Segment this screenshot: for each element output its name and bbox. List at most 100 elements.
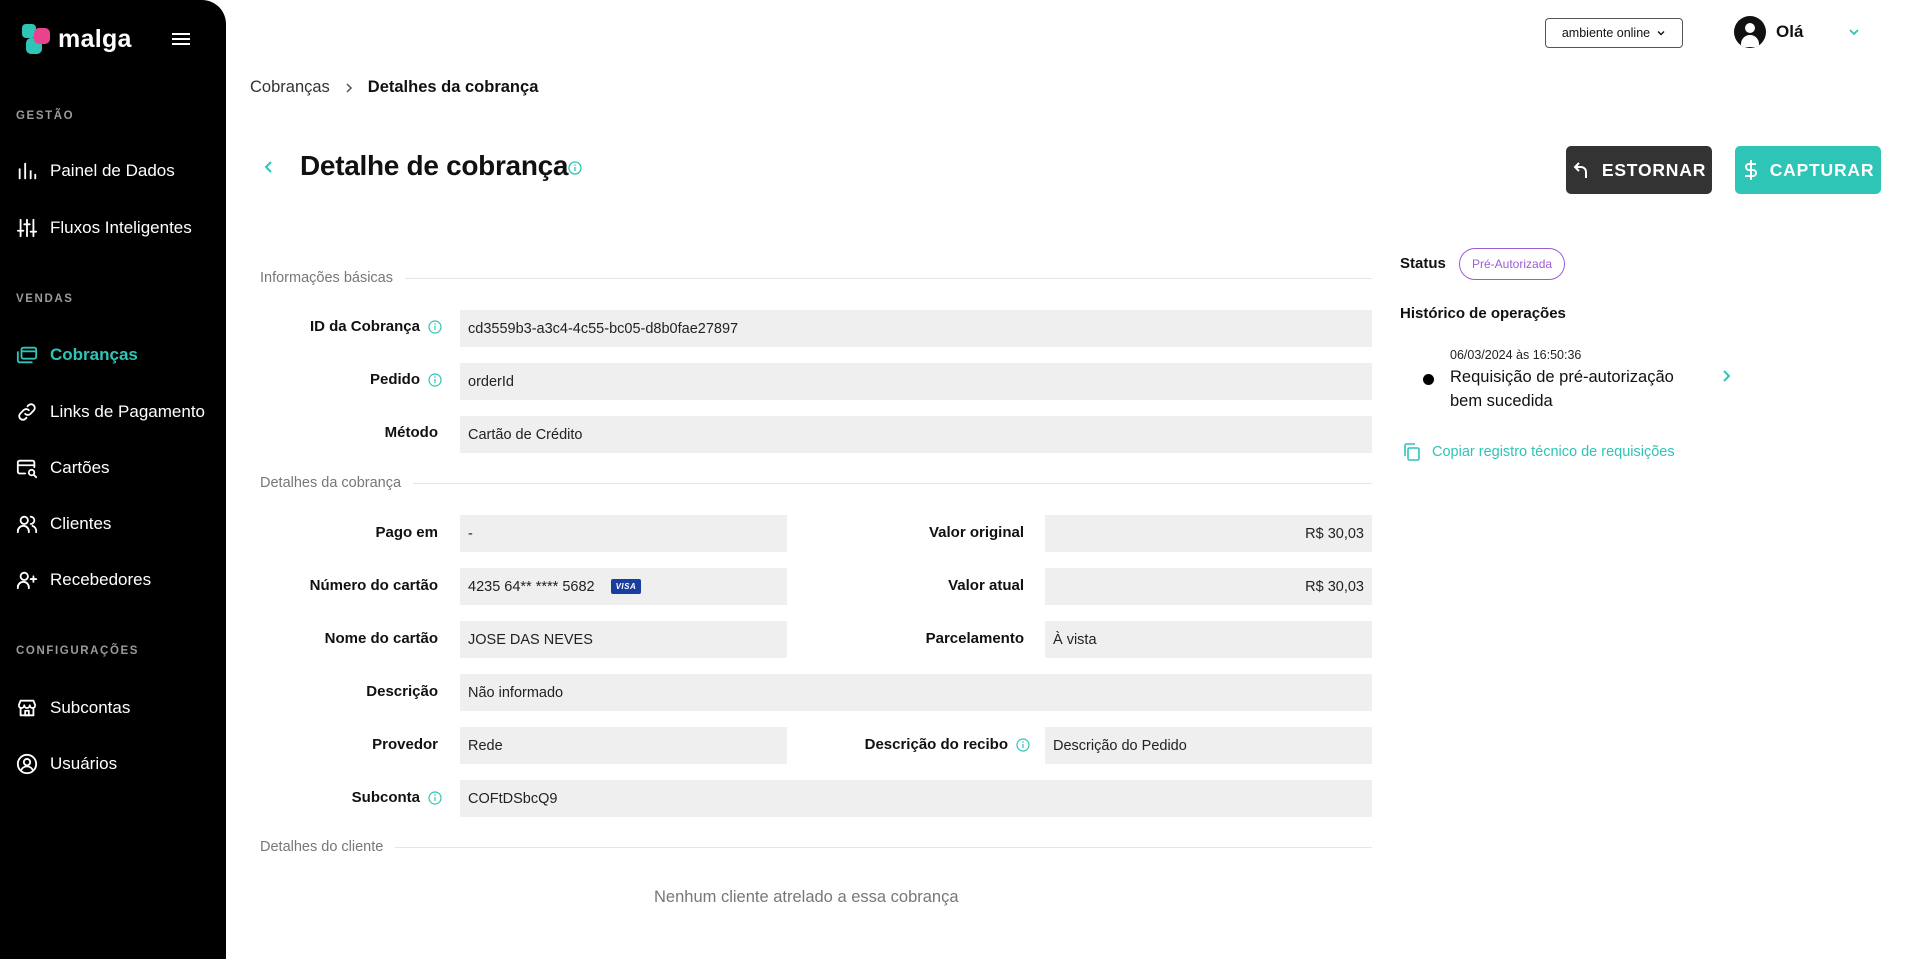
provedor-field[interactable]: Rede: [460, 727, 787, 764]
valor-atual-field[interactable]: R$ 30,03: [1045, 568, 1372, 605]
field-label-metodo: Método: [384, 424, 438, 441]
field-label-pedido: Pedido: [260, 371, 442, 388]
info-icon[interactable]: [428, 372, 442, 387]
card-search-icon: [16, 459, 38, 479]
chevron-down-icon: [1849, 29, 1860, 36]
history-entry-expand[interactable]: [1720, 368, 1732, 389]
logo-icon: [22, 24, 50, 54]
dollar-icon: [1744, 160, 1757, 180]
user-circle-icon: [16, 753, 38, 775]
link-icon: [18, 403, 36, 421]
parcelamento-field[interactable]: À vista: [1045, 621, 1372, 658]
sidebar-item-cobrancas[interactable]: Cobranças: [16, 339, 138, 371]
field-label-parcelamento: Parcelamento: [925, 630, 1024, 647]
sidebar-item-subcontas[interactable]: Subcontas: [16, 692, 130, 724]
field-label-numero: Número do cartão: [309, 577, 438, 594]
logo[interactable]: malga: [22, 24, 132, 54]
empty-client-message: Nenhum cliente atrelado a essa cobrança: [654, 888, 959, 906]
hamburger-menu-icon[interactable]: [170, 30, 194, 50]
capturar-label: CAPTURAR: [1769, 159, 1875, 180]
sidebar-item-cartoes[interactable]: Cartões: [16, 452, 110, 484]
chevron-left-icon: [264, 161, 272, 173]
greeting: Olá: [1776, 22, 1804, 41]
subconta-field[interactable]: COFtDSbcQ9: [460, 780, 1372, 817]
section-title-client: Detalhes do cliente: [260, 839, 1372, 855]
metodo-field[interactable]: Cartão de Crédito: [460, 416, 1372, 453]
info-icon[interactable]: [1016, 737, 1030, 752]
history-entry-date: 06/03/2024 às 16:50:36: [1450, 348, 1582, 362]
capturar-button[interactable]: CAPTURAR: [1735, 146, 1881, 194]
info-icon[interactable]: [568, 161, 582, 175]
sidebar-item-painel[interactable]: Painel de Dados: [16, 155, 175, 187]
sidebar-item-fluxos[interactable]: Fluxos Inteligentes: [16, 212, 192, 244]
sidebar-item-label: Usuários: [50, 754, 118, 773]
sidebar-item-recebedores[interactable]: Recebedores: [16, 564, 151, 596]
sliders-icon: [16, 218, 38, 238]
sidebar-item-label: Fluxos Inteligentes: [50, 218, 192, 237]
section-title-vendas: VENDAS: [16, 293, 74, 305]
estornar-label: ESTORNAR: [1601, 159, 1707, 180]
breadcrumb: Cobranças Detalhes da cobrança: [250, 78, 538, 97]
sidebar-item-label: Clientes: [50, 514, 112, 533]
info-icon[interactable]: [428, 790, 442, 805]
chevron-right-icon: [346, 82, 352, 93]
cards-icon: [16, 346, 38, 364]
chevron-down-icon: [1657, 31, 1665, 36]
copy-icon: [1404, 443, 1420, 461]
sidebar-item-label: Painel de Dados: [50, 161, 175, 180]
valor-original-field[interactable]: R$ 30,03: [1045, 515, 1372, 552]
field-label-valor-atual: Valor atual: [948, 577, 1024, 594]
sidebar: malga GESTÃO Painel de Dados Fluxos Inte…: [0, 0, 226, 959]
section-title-details: Detalhes da cobrança: [260, 475, 1372, 491]
field-label-provedor: Provedor: [372, 736, 438, 753]
section-title-configuracoes: CONFIGURAÇÕES: [16, 645, 140, 657]
history-title: Histórico de operações: [1400, 305, 1566, 322]
copy-request-log-link[interactable]: Copiar registro técnico de requisições: [1402, 442, 1675, 462]
status-badge: Pré-Autorizada: [1459, 248, 1566, 280]
chevron-right-icon: [1723, 370, 1731, 382]
sidebar-item-label: Recebedores: [50, 570, 152, 589]
avatar: [1734, 16, 1766, 48]
status-label: Status: [1400, 255, 1446, 272]
environment-value: ambiente online: [1561, 26, 1651, 40]
descricao-field[interactable]: Não informado: [460, 674, 1372, 711]
sidebar-item-label: Cartões: [50, 458, 110, 477]
timeline-dot: [1423, 374, 1434, 385]
sidebar-item-links[interactable]: Links de Pagamento: [16, 396, 205, 428]
user-plus-icon: [16, 571, 38, 590]
field-label-descricao: Descrição: [366, 683, 438, 700]
numero-cartao-field[interactable]: 4235 64** **** 5682 VISA: [460, 568, 787, 605]
undo-arrow-icon: [1573, 162, 1587, 178]
history-entry-text: Requisição de pré-autorização bem sucedi…: [1450, 368, 1674, 410]
user-menu[interactable]: Olá: [1734, 16, 1861, 48]
card-number: 4235 64** **** 5682: [468, 578, 595, 595]
store-icon: [17, 699, 37, 717]
visa-icon: VISA: [610, 579, 642, 594]
sidebar-item-clientes[interactable]: Clientes: [16, 508, 111, 540]
sidebar-item-label: Cobranças: [50, 345, 138, 364]
field-label-recibo: Descrição do recibo: [840, 736, 1030, 753]
field-label-nome: Nome do cartão: [324, 630, 438, 647]
breadcrumb-link-cobrancas[interactable]: Cobranças: [250, 78, 330, 97]
app-root: malga GESTÃO Painel de Dados Fluxos Inte…: [0, 0, 1906, 959]
sidebar-item-label: Links de Pagamento: [50, 402, 205, 421]
estornar-button[interactable]: ESTORNAR: [1566, 146, 1712, 194]
id-cobranca-field[interactable]: cd3559b3-a3c4-4c55-bc05-d8b0fae27897: [460, 310, 1372, 347]
field-label-pago: Pago em: [375, 524, 438, 541]
pago-em-field[interactable]: -: [460, 515, 787, 552]
descricao-recibo-field[interactable]: Descrição do Pedido: [1045, 727, 1372, 764]
logo-text: malga: [58, 24, 132, 53]
environment-select[interactable]: ambiente online: [1545, 18, 1683, 48]
back-button[interactable]: [262, 158, 276, 182]
sidebar-item-usuarios[interactable]: Usuários: [16, 748, 117, 780]
nome-cartao-field[interactable]: JOSE DAS NEVES: [460, 621, 787, 658]
field-label-id: ID da Cobrança: [260, 318, 442, 335]
bar-chart-icon: [18, 162, 37, 180]
section-title-basic: Informações básicas: [260, 270, 1372, 286]
field-label-subconta: Subconta: [260, 789, 442, 806]
section-title-gestao: GESTÃO: [16, 110, 75, 122]
users-icon: [16, 515, 38, 534]
field-label-valor-original: Valor original: [928, 524, 1024, 541]
info-icon[interactable]: [428, 319, 442, 334]
pedido-field[interactable]: orderId: [460, 363, 1372, 400]
